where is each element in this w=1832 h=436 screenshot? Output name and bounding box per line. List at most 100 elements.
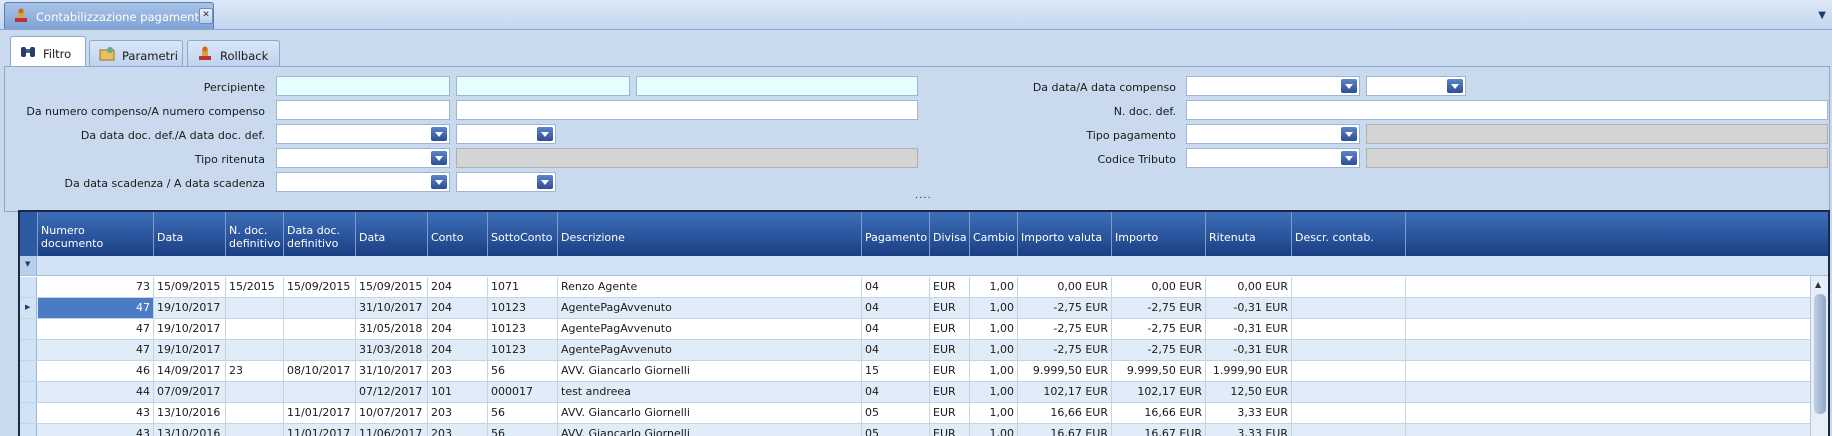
table-cell[interactable]: 9.999,50 EUR [1112, 361, 1206, 381]
table-cell[interactable]: 56 [488, 424, 558, 436]
table-cell[interactable]: 204 [428, 319, 488, 339]
table-cell[interactable]: EUR [930, 424, 970, 436]
a-data-doc-def-picker[interactable] [456, 124, 556, 144]
table-cell[interactable]: 07/09/2017 [154, 382, 226, 402]
table-cell[interactable] [1292, 424, 1406, 436]
chevron-down-icon[interactable] [431, 151, 447, 165]
table-cell[interactable] [284, 382, 356, 402]
table-cell[interactable]: 0,00 EUR [1018, 277, 1112, 297]
column-header[interactable]: Numero documento [38, 212, 154, 256]
table-cell[interactable]: EUR [930, 403, 970, 423]
table-cell[interactable]: 15/09/2015 [154, 277, 226, 297]
codice-tributo-select[interactable] [1186, 148, 1360, 168]
table-cell[interactable]: 203 [428, 424, 488, 436]
percipiente-subcode-input[interactable] [456, 76, 630, 96]
chevron-down-icon[interactable] [431, 127, 447, 141]
table-cell[interactable]: 04 [862, 319, 930, 339]
table-cell[interactable]: 05 [862, 403, 930, 423]
table-cell[interactable]: 47 [38, 319, 154, 339]
table-cell[interactable]: 102,17 EUR [1112, 382, 1206, 402]
column-header[interactable]: Data [356, 212, 428, 256]
table-cell[interactable]: 1.999,90 EUR [1206, 361, 1292, 381]
chevron-down-icon[interactable] [1447, 79, 1463, 93]
table-cell[interactable]: 19/10/2017 [154, 319, 226, 339]
table-cell[interactable]: 1,00 [970, 277, 1018, 297]
table-cell[interactable]: 44 [38, 382, 154, 402]
column-header[interactable]: SottoConto [488, 212, 558, 256]
table-cell[interactable] [1292, 340, 1406, 360]
table-cell[interactable]: 04 [862, 277, 930, 297]
row-header[interactable] [20, 403, 37, 423]
table-cell[interactable]: AgentePagAvvenuto [558, 340, 862, 360]
table-cell[interactable]: 04 [862, 340, 930, 360]
percipiente-name-input[interactable] [636, 76, 918, 96]
column-header[interactable]: Conto [428, 212, 488, 256]
table-cell[interactable]: 1071 [488, 277, 558, 297]
window-list-chevron-icon[interactable]: ▼ [1818, 10, 1826, 21]
table-cell[interactable]: -2,75 EUR [1018, 298, 1112, 318]
tab-rollback[interactable]: Rollback [187, 40, 280, 66]
table-cell[interactable]: -2,75 EUR [1018, 319, 1112, 339]
table-cell[interactable]: 56 [488, 361, 558, 381]
table-cell[interactable]: 16,67 EUR [1018, 424, 1112, 436]
chevron-down-icon[interactable] [1341, 127, 1357, 141]
table-cell[interactable]: 1,00 [970, 382, 1018, 402]
table-cell[interactable]: AVV. Giancarlo Giornelli [558, 403, 862, 423]
filter-icon[interactable]: ▼ [20, 256, 37, 275]
table-cell[interactable]: EUR [930, 298, 970, 318]
table-row[interactable]: 43 13/10/2016 11/01/2017 11/06/2017 203 56 AVV… [20, 424, 1810, 436]
column-header[interactable]: N. doc. definitivo [226, 212, 284, 256]
table-cell[interactable]: -2,75 EUR [1112, 319, 1206, 339]
table-cell[interactable]: 203 [428, 361, 488, 381]
column-header[interactable]: Pagamento [862, 212, 930, 256]
a-data-compenso-picker[interactable] [1366, 76, 1466, 96]
scrollbar-thumb[interactable] [1814, 294, 1826, 414]
table-cell[interactable] [1292, 277, 1406, 297]
table-cell[interactable]: 15/09/2015 [284, 277, 356, 297]
table-cell[interactable]: EUR [930, 277, 970, 297]
table-cell[interactable] [1292, 298, 1406, 318]
table-cell[interactable]: 1,00 [970, 361, 1018, 381]
table-cell[interactable]: 07/12/2017 [356, 382, 428, 402]
table-cell[interactable]: 46 [38, 361, 154, 381]
table-row[interactable]: 44 07/09/2017 07/12/2017 101 000017 test andr… [20, 382, 1810, 403]
table-cell[interactable]: 1,00 [970, 403, 1018, 423]
table-cell[interactable]: 23 [226, 361, 284, 381]
column-header[interactable]: Divisa [930, 212, 970, 256]
table-cell[interactable] [1292, 382, 1406, 402]
table-cell[interactable]: 08/10/2017 [284, 361, 356, 381]
table-cell[interactable]: 04 [862, 382, 930, 402]
table-cell[interactable]: 3,33 EUR [1206, 403, 1292, 423]
column-header[interactable]: Importo [1112, 212, 1206, 256]
table-cell[interactable]: 15/2015 [226, 277, 284, 297]
tipo-ritenuta-select[interactable] [276, 148, 450, 168]
tab-filtro[interactable]: Filtro [10, 36, 86, 67]
chevron-down-icon[interactable] [537, 127, 553, 141]
table-cell[interactable]: 1,00 [970, 298, 1018, 318]
table-cell[interactable]: 9.999,50 EUR [1018, 361, 1112, 381]
table-cell[interactable]: -0,31 EUR [1206, 319, 1292, 339]
table-cell[interactable] [284, 319, 356, 339]
table-cell[interactable]: 13/10/2016 [154, 403, 226, 423]
table-cell[interactable]: -2,75 EUR [1112, 298, 1206, 318]
table-cell[interactable]: 204 [428, 298, 488, 318]
column-header[interactable]: Data [154, 212, 226, 256]
table-row[interactable]: 43 13/10/2016 11/01/2017 10/07/2017 203 56 AVV… [20, 403, 1810, 424]
table-cell[interactable]: test andreea [558, 382, 862, 402]
table-cell[interactable]: 11/01/2017 [284, 424, 356, 436]
table-cell[interactable] [226, 298, 284, 318]
table-cell[interactable]: 43 [38, 424, 154, 436]
table-cell[interactable]: 11/01/2017 [284, 403, 356, 423]
tipo-pagamento-select[interactable] [1186, 124, 1360, 144]
table-cell[interactable] [284, 298, 356, 318]
table-cell[interactable]: 10/07/2017 [356, 403, 428, 423]
table-cell[interactable]: 16,66 EUR [1018, 403, 1112, 423]
column-header[interactable]: Ritenuta [1206, 212, 1292, 256]
table-cell[interactable]: 31/05/2018 [356, 319, 428, 339]
row-header[interactable] [20, 382, 37, 402]
table-cell[interactable]: Renzo Agente [558, 277, 862, 297]
table-cell[interactable]: 16,66 EUR [1112, 403, 1206, 423]
panel-splitter[interactable]: .... [915, 190, 932, 201]
table-cell[interactable] [226, 319, 284, 339]
table-cell[interactable]: 000017 [488, 382, 558, 402]
